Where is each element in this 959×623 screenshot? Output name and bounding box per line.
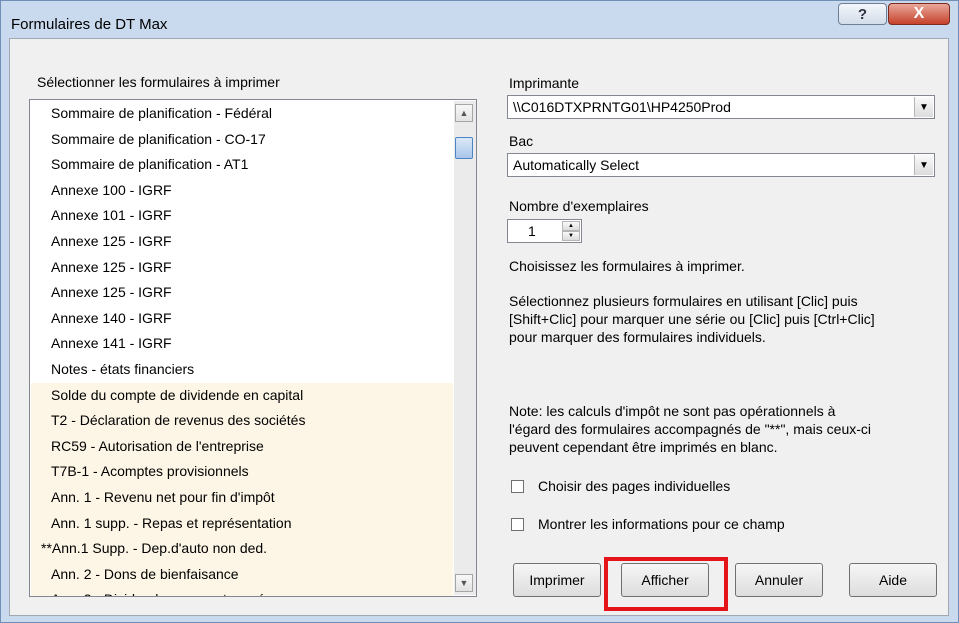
stepper-down-icon[interactable]: ▼ xyxy=(562,231,580,241)
close-icon: X xyxy=(913,5,925,22)
selection-help-line: Sélectionnez plusieurs formulaires en ut… xyxy=(509,293,858,309)
chevron-down-icon[interactable]: ▼ xyxy=(914,155,933,175)
show-info-label: Montrer les informations pour ce champ xyxy=(538,516,785,532)
list-item[interactable]: Solde du compte de dividende en capital xyxy=(31,382,453,409)
list-item[interactable]: RC59 - Autorisation de l'entreprise xyxy=(31,433,453,460)
list-item[interactable]: Sommaire de planification - CO-17 xyxy=(31,127,453,153)
list-item[interactable]: Annexe 101 - IGRF xyxy=(31,203,453,229)
print-button-label: Imprimer xyxy=(529,572,585,588)
choose-forms-text: Choisissez les formulaires à imprimer. xyxy=(509,258,745,274)
list-item[interactable]: Sommaire de planification - AT1 xyxy=(31,152,453,178)
list-item[interactable]: Notes - états financiers xyxy=(31,357,453,383)
selection-help-text: Sélectionnez plusieurs formulaires en ut… xyxy=(509,292,875,346)
print-button[interactable]: Imprimer xyxy=(513,563,601,597)
tax-note-line: l'égard des formulaires accompagnés de "… xyxy=(509,421,871,437)
close-button[interactable]: X xyxy=(888,3,950,25)
tray-select[interactable]: Automatically Select ▼ xyxy=(507,153,935,177)
scroll-up-arrow[interactable]: ▲ xyxy=(455,104,473,122)
forms-list-label: Sélectionner les formulaires à imprimer xyxy=(37,74,280,90)
list-item[interactable]: Annexe 125 - IGRF xyxy=(31,255,453,281)
forms-listbox[interactable]: Sommaire de planification - Fédéral Somm… xyxy=(29,99,477,597)
copies-stepper[interactable]: 1 ▲ ▼ xyxy=(507,219,582,243)
list-item[interactable]: Ann. 1 supp. - Repas et représentation xyxy=(31,510,453,537)
tax-note-text: Note: les calculs d'impôt ne sont pas op… xyxy=(509,402,871,456)
stepper-up-icon[interactable]: ▲ xyxy=(562,221,580,231)
help-button-label: Aide xyxy=(878,572,908,588)
title-bar: Formulaires de DT Max ? X xyxy=(1,1,958,38)
checkbox-icon[interactable] xyxy=(511,517,524,531)
copies-label: Nombre d'exemplaires xyxy=(509,198,649,214)
cancel-button[interactable]: Annuler xyxy=(735,563,823,597)
individual-pages-checkbox[interactable]: Choisir des pages individuelles xyxy=(511,478,730,494)
tax-note-line: Note: les calculs d'impôt ne sont pas op… xyxy=(509,403,836,419)
stepper-buttons: ▲ ▼ xyxy=(562,221,580,241)
printer-label: Imprimante xyxy=(509,75,580,91)
list-item[interactable]: T2 - Déclaration de revenus des sociétés xyxy=(31,408,453,434)
list-item[interactable]: Annexe 125 - IGRF xyxy=(31,280,453,306)
list-item[interactable]: Annexe 125 - IGRF xyxy=(31,229,453,255)
individual-pages-label: Choisir des pages individuelles xyxy=(538,478,731,494)
tray-label: Bac xyxy=(509,133,534,149)
list-item[interactable]: Ann. 3 - Dividendes recus et versés xyxy=(31,587,453,596)
window-title: Formulaires de DT Max xyxy=(11,16,168,33)
list-item[interactable]: Annexe 141 - IGRF xyxy=(31,331,453,357)
help-title-button[interactable]: ? xyxy=(838,3,887,25)
tax-note-line: peuvent cependant être imprimés en blanc… xyxy=(509,439,778,455)
scroll-down-arrow[interactable]: ▼ xyxy=(455,574,473,592)
scroll-thumb[interactable] xyxy=(455,137,473,159)
tray-value: Automatically Select xyxy=(513,157,640,173)
list-item[interactable]: Ann. 2 - Dons de bienfaisance xyxy=(31,561,453,588)
question-icon: ? xyxy=(857,5,868,23)
show-info-checkbox[interactable]: Montrer les informations pour ce champ xyxy=(511,516,785,532)
list-item[interactable]: T7B-1 - Acomptes provisionnels xyxy=(31,459,453,485)
highlight-box xyxy=(604,557,728,611)
selection-help-line: [Shift+Clic] pour marquer une série ou [… xyxy=(509,311,875,327)
list-scrollbar[interactable]: ▲ ▼ xyxy=(454,101,476,595)
list-item[interactable]: Ann. 1 - Revenu net pour fin d'impôt xyxy=(31,484,453,511)
printer-select[interactable]: \\C016DTXPRNTG01\HP4250Prod ▼ xyxy=(507,95,935,119)
list-item[interactable]: Annexe 140 - IGRF xyxy=(31,306,453,332)
cancel-button-label: Annuler xyxy=(754,572,804,588)
selection-help-line: pour marquer des formulaires individuels… xyxy=(509,329,766,345)
list-item[interactable]: Sommaire de planification - Fédéral xyxy=(31,101,453,127)
list-item[interactable]: **Ann.1 Supp. - Dep.d'auto non ded. xyxy=(31,536,453,562)
list-item[interactable]: Annexe 100 - IGRF xyxy=(31,178,453,204)
chevron-down-icon[interactable]: ▼ xyxy=(914,97,933,117)
copies-value[interactable]: 1 xyxy=(528,223,536,239)
printer-value: \\C016DTXPRNTG01\HP4250Prod xyxy=(513,99,731,115)
help-button[interactable]: Aide xyxy=(849,563,937,597)
forms-list: Sommaire de planification - Fédéral Somm… xyxy=(31,101,453,596)
checkbox-icon[interactable] xyxy=(511,479,524,493)
